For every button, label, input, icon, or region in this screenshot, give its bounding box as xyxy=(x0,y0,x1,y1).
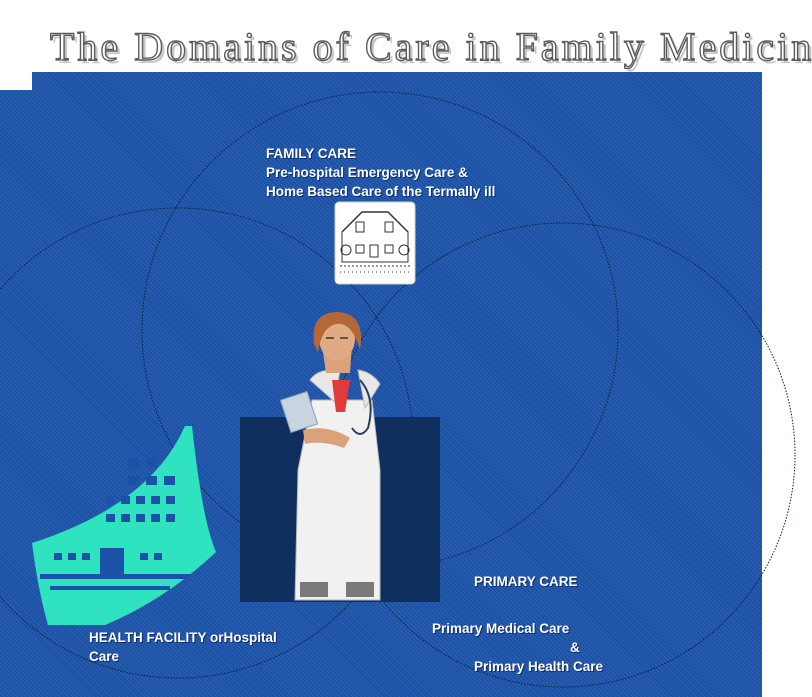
family-care-line1: Pre-hospital Emergency Care & xyxy=(266,165,468,180)
family-care-heading: FAMILY CARE xyxy=(266,146,357,161)
hospital-building-icon xyxy=(32,426,216,625)
family-care-label: FAMILY CARE Pre-hospital Emergency Care … xyxy=(266,144,495,201)
health-facility-line2: Care xyxy=(89,649,120,664)
primary-care-label: Primary Medical Care & Primary Health Ca… xyxy=(432,619,603,676)
primary-care-line1: Primary Medical Care xyxy=(432,621,570,636)
health-facility-label: HEALTH FACILITY orHospital Care xyxy=(89,628,277,666)
primary-care-line2: & xyxy=(570,640,580,655)
health-facility-line1: HEALTH FACILITY orHospital xyxy=(89,630,277,645)
doctor-illustration xyxy=(240,312,440,602)
venn-diagram xyxy=(0,91,796,688)
house-icon xyxy=(334,201,416,285)
primary-care-line3: Primary Health Care xyxy=(474,659,604,674)
primary-care-heading: PRIMARY CARE xyxy=(474,574,578,589)
family-care-line2: Home Based Care of the Termally ill xyxy=(266,184,496,199)
